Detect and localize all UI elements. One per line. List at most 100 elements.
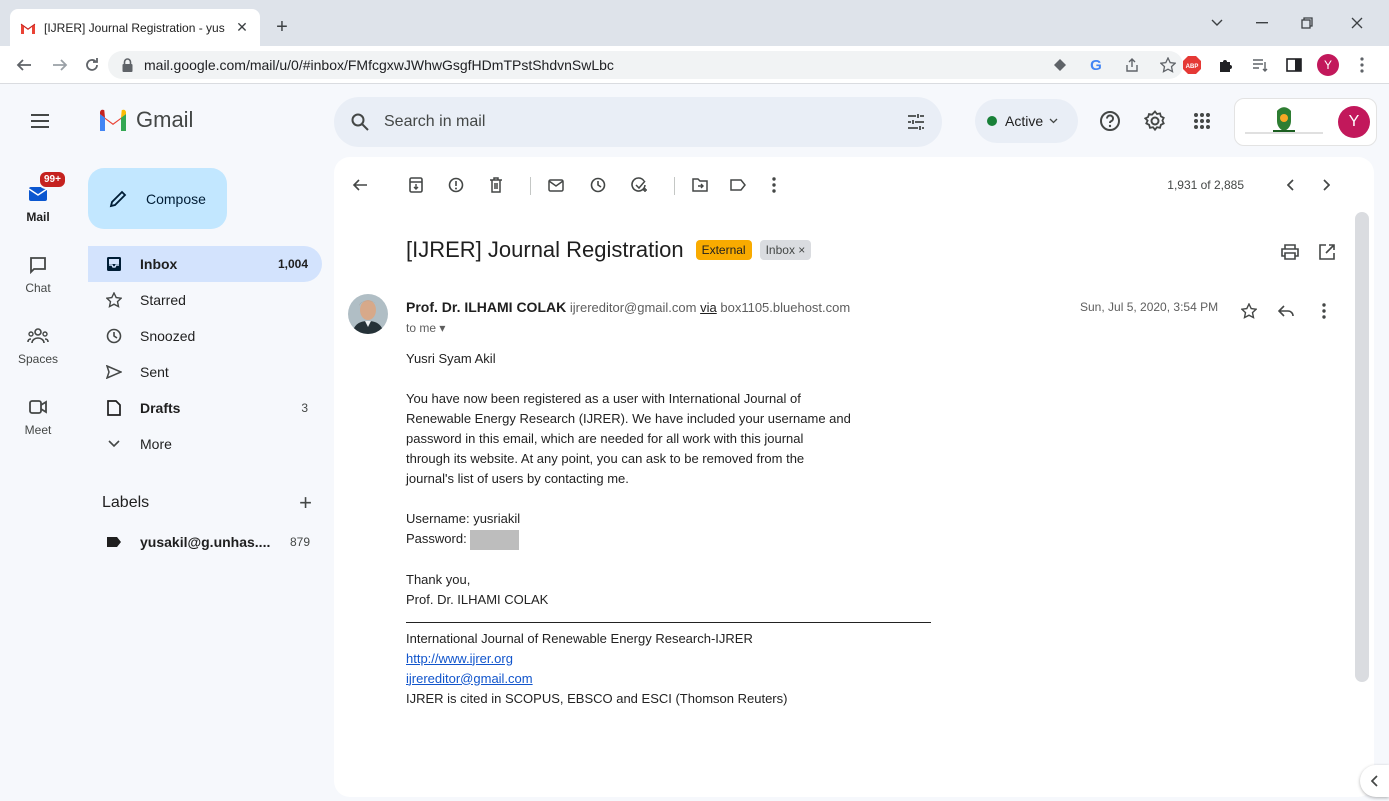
sidebar-item-label: Snoozed: [140, 328, 196, 344]
status-active-button[interactable]: Active: [975, 99, 1078, 143]
main-menu-icon[interactable]: [28, 109, 52, 133]
report-spam-icon[interactable]: [444, 173, 468, 197]
back-arrow-icon[interactable]: [12, 53, 36, 77]
side-panel-toggle[interactable]: [1360, 765, 1389, 797]
rail-mail[interactable]: 99+ Mail: [0, 170, 76, 224]
item-count: 3: [301, 401, 308, 415]
sidebar-item-drafts[interactable]: Drafts 3: [88, 390, 322, 426]
labels-title: Labels: [102, 494, 150, 511]
compose-button[interactable]: Compose: [88, 168, 227, 229]
new-tab-icon[interactable]: +: [270, 15, 294, 39]
search-bar[interactable]: [334, 97, 942, 147]
open-new-window-icon[interactable]: [1315, 240, 1339, 264]
sidebar-item-snoozed[interactable]: Snoozed: [88, 318, 322, 354]
search-input[interactable]: [384, 113, 904, 131]
close-window-icon[interactable]: [1337, 8, 1377, 38]
external-chip: External: [695, 240, 752, 260]
side-panel-icon[interactable]: [1283, 54, 1305, 76]
sidebar-item-more[interactable]: More: [88, 426, 322, 462]
password-label: Password:: [406, 531, 467, 546]
body-line: You have now been registered as a user w…: [406, 391, 801, 406]
restore-icon[interactable]: [1287, 8, 1327, 38]
message-body: Yusri Syam Akil You have now been regist…: [406, 349, 1006, 709]
chrome-menu-icon[interactable]: [1351, 54, 1373, 76]
gmail-logo[interactable]: Gmail: [98, 107, 193, 133]
url-text[interactable]: mail.google.com/mail/u/0/#inbox/FMfcgxwJ…: [144, 57, 614, 73]
delete-trash-icon[interactable]: [484, 173, 508, 197]
rail-meet[interactable]: Meet: [0, 391, 76, 437]
visibility-icon[interactable]: [1049, 54, 1071, 76]
lock-icon[interactable]: [120, 58, 134, 72]
more-options-icon[interactable]: [762, 173, 786, 197]
toolbar-divider: [530, 177, 531, 195]
forward-arrow-icon[interactable]: [48, 53, 72, 77]
rail-spaces-label: Spaces: [17, 352, 59, 366]
label-item[interactable]: yusakil@g.unhas.... 879: [104, 532, 310, 552]
search-options-icon[interactable]: [904, 110, 928, 134]
via-link[interactable]: via: [700, 300, 717, 315]
label-count: 879: [289, 535, 310, 549]
print-icon[interactable]: [1278, 240, 1302, 264]
app-rail: 99+ Mail Chat Spaces Meet: [0, 157, 76, 801]
signature-divider: [406, 621, 931, 623]
password-redaction: [470, 529, 520, 550]
star-message-icon[interactable]: [1237, 299, 1261, 323]
add-label-icon[interactable]: +: [299, 490, 312, 516]
status-label: Active: [1005, 113, 1044, 129]
browser-tab[interactable]: [IJRER] Journal Registration - yus ✕: [10, 9, 260, 46]
reply-icon[interactable]: [1274, 299, 1298, 323]
sender-name[interactable]: Prof. Dr. ILHAMI COLAK: [406, 299, 566, 315]
help-icon[interactable]: [1098, 109, 1122, 133]
editor-email-link[interactable]: ijrereditor@gmail.com: [406, 671, 533, 686]
sidebar-item-label: More: [140, 436, 172, 452]
label-name: yusakil@g.unhas....: [140, 534, 271, 550]
sidebar-item-sent[interactable]: Sent: [88, 354, 322, 390]
omnibox[interactable]: mail.google.com/mail/u/0/#inbox/FMfcgxwJ…: [108, 51, 1183, 79]
settings-gear-icon[interactable]: [1143, 109, 1167, 133]
message-more-icon[interactable]: [1312, 299, 1336, 323]
close-tab-icon[interactable]: ✕: [234, 19, 250, 36]
body-line: password in this email, which are needed…: [406, 431, 804, 446]
back-to-inbox-icon[interactable]: [348, 173, 372, 197]
sidebar-item-starred[interactable]: Starred: [88, 282, 322, 318]
search-icon[interactable]: [348, 110, 372, 134]
minimize-icon[interactable]: [1242, 8, 1282, 38]
sender-avatar[interactable]: [348, 294, 388, 334]
mark-unread-icon[interactable]: [544, 173, 568, 197]
tab-title: [IJRER] Journal Registration - yus: [44, 20, 225, 35]
message-subject: [IJRER] Journal Registration: [406, 237, 684, 262]
signature-name: Prof. Dr. ILHAMI COLAK: [406, 591, 549, 607]
adblock-icon[interactable]: ABP: [1181, 54, 1203, 76]
label-icon[interactable]: [726, 173, 750, 197]
recipient-details-toggle[interactable]: to me ▾: [406, 321, 445, 335]
password-line: Password:: [406, 529, 1006, 550]
chevron-down-icon: [104, 434, 124, 454]
newer-chevron-left-icon[interactable]: [1279, 173, 1303, 197]
inbox-label-chip[interactable]: Inbox ×: [759, 240, 812, 260]
rail-spaces[interactable]: Spaces: [0, 320, 76, 366]
tab-search-icon[interactable]: [1197, 8, 1237, 38]
snooze-clock-icon[interactable]: [586, 173, 610, 197]
move-to-folder-icon[interactable]: [688, 173, 712, 197]
reading-list-icon[interactable]: [1249, 54, 1271, 76]
sender-email: ijrereditor@gmail.com: [569, 300, 697, 315]
draft-file-icon: [104, 398, 124, 418]
google-apps-icon[interactable]: [1190, 109, 1214, 133]
reload-icon[interactable]: [80, 53, 104, 77]
extensions-puzzle-icon[interactable]: [1215, 54, 1237, 76]
sidebar-item-inbox[interactable]: Inbox 1,004: [88, 246, 322, 282]
google-icon[interactable]: G: [1085, 54, 1107, 76]
gmail-header: Gmail Active Y: [0, 85, 1389, 157]
journal-website-link[interactable]: http://www.ijrer.org: [406, 651, 513, 666]
rail-chat[interactable]: Chat: [0, 249, 76, 295]
share-icon[interactable]: [1121, 54, 1143, 76]
bookmark-star-icon[interactable]: [1157, 54, 1179, 76]
archive-icon[interactable]: [404, 173, 428, 197]
account-switcher[interactable]: Y: [1234, 98, 1377, 146]
message-scrollbar[interactable]: [1355, 212, 1369, 682]
add-to-tasks-icon[interactable]: [628, 173, 652, 197]
inbox-icon: [104, 254, 124, 274]
profile-avatar[interactable]: Y: [1317, 54, 1339, 76]
older-chevron-right-icon[interactable]: [1314, 173, 1338, 197]
unread-count: 1,004: [277, 257, 308, 271]
